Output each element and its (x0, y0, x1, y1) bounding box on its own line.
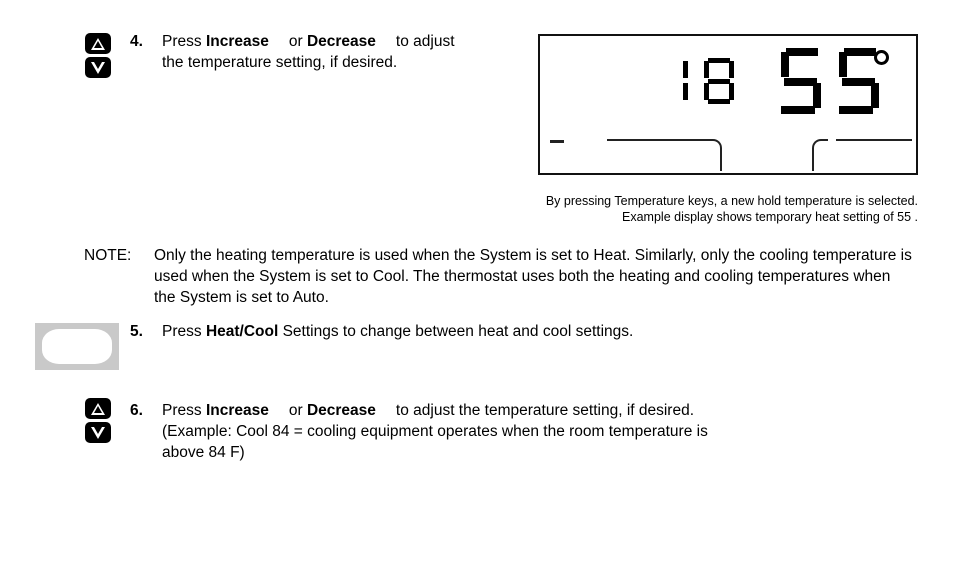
step-4-number: 4. (130, 33, 143, 50)
increase-arrow-key-icon[interactable] (85, 33, 111, 54)
step-6-line1-pre: Press (162, 402, 206, 419)
step-4-line1-post: to adjust (395, 33, 455, 50)
step-6-line1-mid: or (288, 402, 307, 419)
down-triangle-glyph (91, 426, 105, 439)
step-6-line1-post: to adjust the temperature setting, if de… (395, 402, 695, 419)
step-6-increase-label: Increase (205, 402, 269, 419)
step-4-decrease-label: Decrease (306, 33, 376, 50)
step-5-text: Press Heat/Cool Settings to change betwe… (162, 321, 770, 342)
seg-digit-1 (672, 58, 688, 104)
lcd-large-value (781, 48, 889, 114)
up-triangle-glyph (91, 37, 105, 50)
step-6-decrease-label: Decrease (306, 402, 376, 419)
lcd-left-corner (706, 139, 722, 171)
note-label: NOTE: (84, 247, 132, 264)
lcd-right-corner (812, 139, 828, 171)
decrease-arrow-key-icon[interactable] (85, 422, 111, 443)
step-6-number: 6. (130, 402, 143, 419)
step-4-line2: the temperature setting, if desired. (162, 54, 398, 71)
decrease-arrow-key-icon[interactable] (85, 57, 111, 78)
note-block: NOTE: Only the heating temperature is us… (84, 245, 912, 308)
step-6-text: Press Increase or Decrease to adjust the t… (162, 400, 830, 463)
lcd-right-bar (836, 139, 912, 141)
step-5-heatcool-label: Heat/Cool (205, 323, 279, 340)
step-4-line1-mid: or (288, 33, 307, 50)
step-4-key-icons[interactable] (85, 33, 115, 81)
lcd-left-bar (607, 139, 711, 141)
lcd-caption: By pressing Temperature keys, a new hold… (470, 193, 918, 225)
step-6: 6. Press Increase or Decrease to adjust th… (130, 400, 830, 463)
seg-digit-5b (838, 48, 879, 114)
step-5-line1-pre: Press (162, 323, 206, 340)
step-4-text: Press Increase or Decrease to adjust the t… (162, 31, 520, 73)
step-5: 5. Press Heat/Cool Settings to change be… (130, 321, 770, 342)
heat-cool-key-face (42, 329, 112, 364)
step-6-line3: above 84 F) (162, 444, 245, 461)
increase-arrow-key-icon[interactable] (85, 398, 111, 419)
step-6-line2: (Example: Cool 84 = cooling equipment op… (162, 423, 708, 440)
seg-digit-5a (781, 48, 821, 114)
step-4-line1-pre: Press (162, 33, 206, 50)
lcd-caption-line1: By pressing Temperature keys, a new hold… (545, 194, 918, 208)
degree-symbol-icon (874, 50, 889, 65)
thermostat-lcd (538, 34, 918, 175)
lcd-caption-line2: Example display shows temporary heat set… (622, 210, 918, 224)
step-6-key-icons[interactable] (85, 398, 115, 446)
up-triangle-glyph (91, 402, 105, 415)
lcd-small-value (672, 58, 734, 104)
seg-digit-8 (703, 58, 734, 104)
down-triangle-glyph (91, 61, 105, 74)
step-4: 4. Press Increase or Decrease to adjust th… (130, 31, 520, 73)
step-4-increase-label: Increase (205, 33, 269, 50)
note-body: Only the heating temperature is used whe… (154, 247, 912, 306)
step-5-number: 5. (130, 323, 143, 340)
lcd-dash-indicator (550, 140, 564, 143)
heat-cool-settings-key-icon[interactable] (35, 323, 119, 370)
step-5-line1-post: Settings to change between heat and cool… (278, 323, 634, 340)
